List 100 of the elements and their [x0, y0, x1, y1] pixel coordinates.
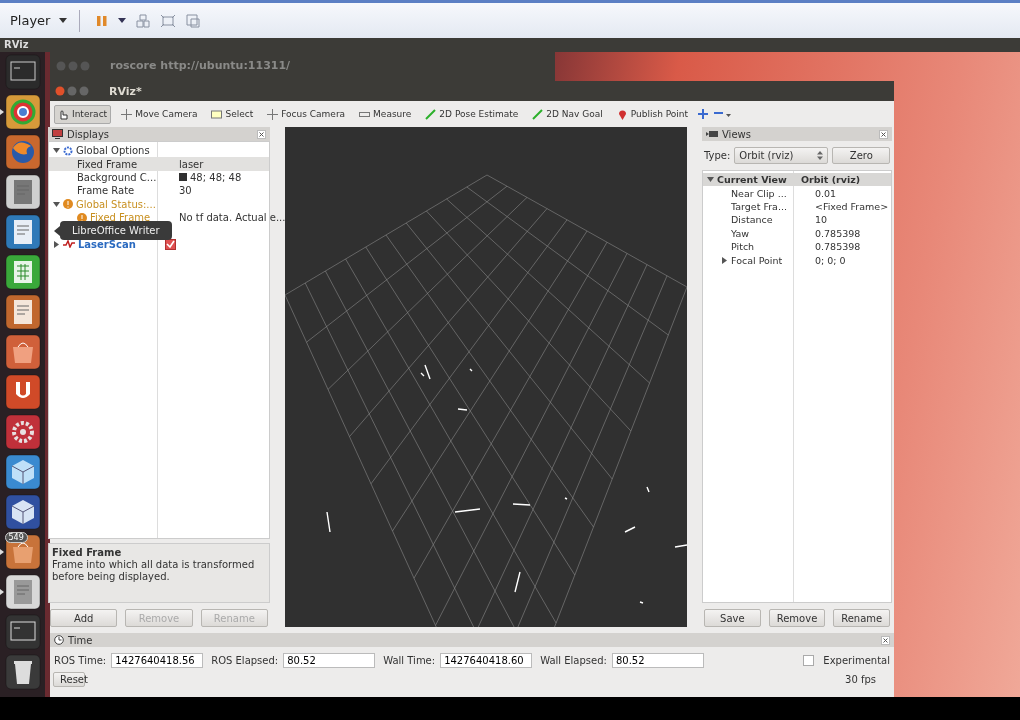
focus-icon	[267, 108, 279, 120]
input-field[interactable]: 80.52	[283, 653, 376, 668]
panel-button[interactable]: Rename	[833, 609, 890, 627]
zero-button[interactable]: Zero	[832, 147, 891, 164]
panel-button[interactable]: Save	[704, 609, 761, 627]
terminal-icon[interactable]	[4, 54, 41, 90]
property-name: Pitch	[731, 241, 755, 253]
property-value: No tf data. Actual e...	[179, 212, 286, 224]
input-field[interactable]: 1427640418.60	[440, 653, 533, 668]
input-field[interactable]: 1427640418.56	[111, 653, 204, 668]
field-label: Wall Time:	[383, 655, 436, 666]
tool-button[interactable]: 2D Nav Goal	[528, 104, 607, 124]
app-title: RViz	[4, 39, 29, 50]
property-name: LaserScan	[78, 238, 136, 250]
type-dropdown[interactable]: Orbit (rviz)	[734, 147, 829, 164]
expand-arrow-icon[interactable]	[53, 240, 60, 248]
tool-button[interactable]: Publish Point	[612, 104, 693, 124]
monitor-icon	[52, 129, 63, 139]
panel-button[interactable]: Add	[50, 609, 118, 627]
property-name: Global Status:...	[76, 198, 156, 210]
box-icon[interactable]	[4, 454, 41, 490]
panel-title: Displays	[67, 128, 110, 140]
camera-icon	[706, 130, 718, 138]
property-value: laser	[179, 158, 204, 170]
move-icon	[121, 108, 133, 120]
tool-button[interactable]: Focus Camera	[263, 104, 350, 124]
property-name: Fixed Frame	[90, 212, 151, 224]
count-badge: 549	[4, 532, 28, 543]
trash-icon[interactable]	[4, 654, 41, 690]
spreadsheet-icon[interactable]	[4, 254, 41, 290]
panel-title: Time	[68, 634, 93, 646]
property-name: Focal Point	[731, 254, 783, 266]
tool-button[interactable]: Measure	[355, 104, 416, 124]
waveform-icon	[63, 240, 75, 249]
expand-arrow-icon[interactable]	[707, 176, 714, 184]
property-value: 30	[179, 185, 192, 197]
property-value: 0; 0; 0	[815, 254, 846, 266]
tool-button[interactable]: Interact	[54, 104, 112, 124]
app-icon[interactable]	[4, 574, 41, 610]
expand-arrow-icon[interactable]	[53, 200, 60, 208]
expand-arrow-icon[interactable]	[721, 256, 728, 264]
property-name: Fixed Frame	[77, 158, 138, 170]
cube-icon[interactable]	[4, 494, 41, 530]
property-value: Orbit (rviz)	[801, 174, 860, 186]
property-value: 0.01	[815, 187, 837, 199]
fps-label: 30 fps	[845, 674, 876, 685]
property-name: Distance	[731, 214, 773, 226]
hand-icon	[58, 108, 69, 120]
spinner-icon	[817, 151, 824, 160]
close-icon[interactable]	[257, 129, 266, 139]
window-title: RViz*	[109, 84, 142, 98]
type-label: Type:	[704, 150, 731, 161]
field-label: ROS Elapsed:	[211, 655, 279, 666]
browser-icon[interactable]	[4, 134, 41, 170]
input-field[interactable]: 80.52	[611, 653, 704, 668]
pin-icon	[616, 108, 628, 120]
property-name: Frame Rate	[77, 185, 135, 197]
caret-icon[interactable]	[118, 18, 127, 23]
property-value: 0.785398	[815, 241, 861, 253]
property-name: Current View	[717, 174, 787, 186]
description-title: Fixed Frame	[52, 547, 123, 559]
document-icon[interactable]	[4, 214, 41, 250]
property-name: Near Clip ...	[731, 187, 787, 199]
text-editor-icon[interactable]	[4, 174, 41, 210]
warning-icon	[63, 199, 73, 210]
tooltip-pointer	[54, 225, 60, 236]
property-name: Global Options	[76, 145, 150, 157]
panel-title: Views	[722, 128, 751, 140]
close-icon[interactable]	[879, 129, 888, 139]
field-label: ROS Time:	[54, 655, 107, 666]
caret-icon	[59, 18, 68, 23]
description-text: Frame into which all data is transformed before being displayed.	[52, 559, 256, 583]
panel-button[interactable]: Remove	[768, 609, 826, 627]
property-value: 48; 48; 48	[190, 171, 242, 183]
settings-icon[interactable]	[4, 414, 41, 450]
clock-icon	[54, 635, 64, 645]
property-value: 10	[815, 214, 828, 226]
property-name: Yaw	[731, 227, 750, 239]
property-value: 0.785398	[815, 227, 861, 239]
property-value: <Fixed Frame>	[815, 200, 889, 212]
checkbox-label: Experimental	[823, 655, 890, 666]
player-menu[interactable]: Player	[8, 11, 70, 30]
field-label: Wall Elapsed:	[540, 655, 607, 666]
tool-button[interactable]: Select	[207, 104, 258, 124]
tool-button[interactable]: 2D Pose Estimate	[421, 104, 523, 124]
property-name: Target Fra...	[731, 200, 787, 212]
fullscreen-icon[interactable]	[160, 13, 177, 28]
select-icon	[211, 108, 223, 120]
checkbox[interactable]	[803, 655, 815, 666]
expand-arrow-icon[interactable]	[53, 147, 60, 155]
add-tool-icon[interactable]	[698, 109, 709, 119]
shopping-bag-icon[interactable]	[4, 334, 41, 370]
window-title: roscore http://ubuntu:11311/	[110, 59, 291, 72]
close-icon[interactable]	[881, 635, 890, 645]
remove-tool-icon[interactable]	[714, 109, 733, 119]
presentation-icon[interactable]	[4, 294, 41, 330]
tool-button[interactable]: Move Camera	[117, 104, 202, 124]
property-name: Background C...	[77, 171, 157, 183]
gear-icon	[63, 145, 73, 156]
browser-icon[interactable]	[4, 94, 41, 130]
